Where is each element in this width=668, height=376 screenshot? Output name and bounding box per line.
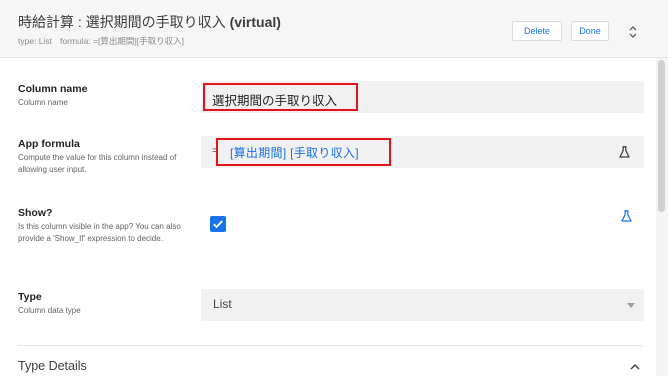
check-icon <box>213 220 223 229</box>
column-type-info: type: List <box>18 36 53 46</box>
type-label: Type <box>18 291 42 303</box>
show-label: Show? <box>18 207 53 219</box>
column-formula-info: formula: =[算出期間][手取り収入] <box>60 36 185 46</box>
app-formula-value[interactable]: [算出期間] [手取り収入] <box>230 144 359 161</box>
flask-icon[interactable] <box>619 146 630 158</box>
app-formula-description: Compute the value for this column instea… <box>18 153 177 174</box>
column-title: 時給計算 : 選択期間の手取り収入 (virtual) <box>18 12 281 32</box>
virtual-tag: (virtual) <box>229 14 281 30</box>
type-details-section-header[interactable]: Type Details <box>18 359 87 373</box>
formula-equals-sign: = <box>212 145 219 157</box>
column-editor-header: 時給計算 : 選択期間の手取り収入 (virtual) type: List fo… <box>0 0 668 58</box>
scrollbar-thumb[interactable] <box>658 60 665 212</box>
type-description: Column data type <box>18 306 81 315</box>
app-formula-label: App formula <box>18 138 80 150</box>
column-name-label: Column name <box>18 83 88 95</box>
caret-down-icon[interactable] <box>627 303 635 308</box>
section-divider <box>18 345 644 346</box>
done-button[interactable]: Done <box>571 21 609 41</box>
show-description: Is this column visible in the app? You c… <box>18 222 181 243</box>
show-checkbox[interactable] <box>210 216 226 232</box>
unfold-icon[interactable] <box>626 20 640 44</box>
type-select[interactable] <box>201 289 644 321</box>
chevron-up-icon[interactable] <box>630 363 640 370</box>
column-name-description: Column name <box>18 98 68 107</box>
column-name-value[interactable]: 選択期間の手取り収入 <box>212 90 337 109</box>
column-subtitle: type: List formula: =[算出期間][手取り収入] <box>18 35 184 47</box>
column-title-name: 時給計算 : 選択期間の手取り収入 <box>18 14 230 30</box>
flask-icon[interactable] <box>621 210 632 222</box>
delete-button[interactable]: Delete <box>512 21 562 41</box>
type-select-value[interactable]: List <box>213 297 232 311</box>
